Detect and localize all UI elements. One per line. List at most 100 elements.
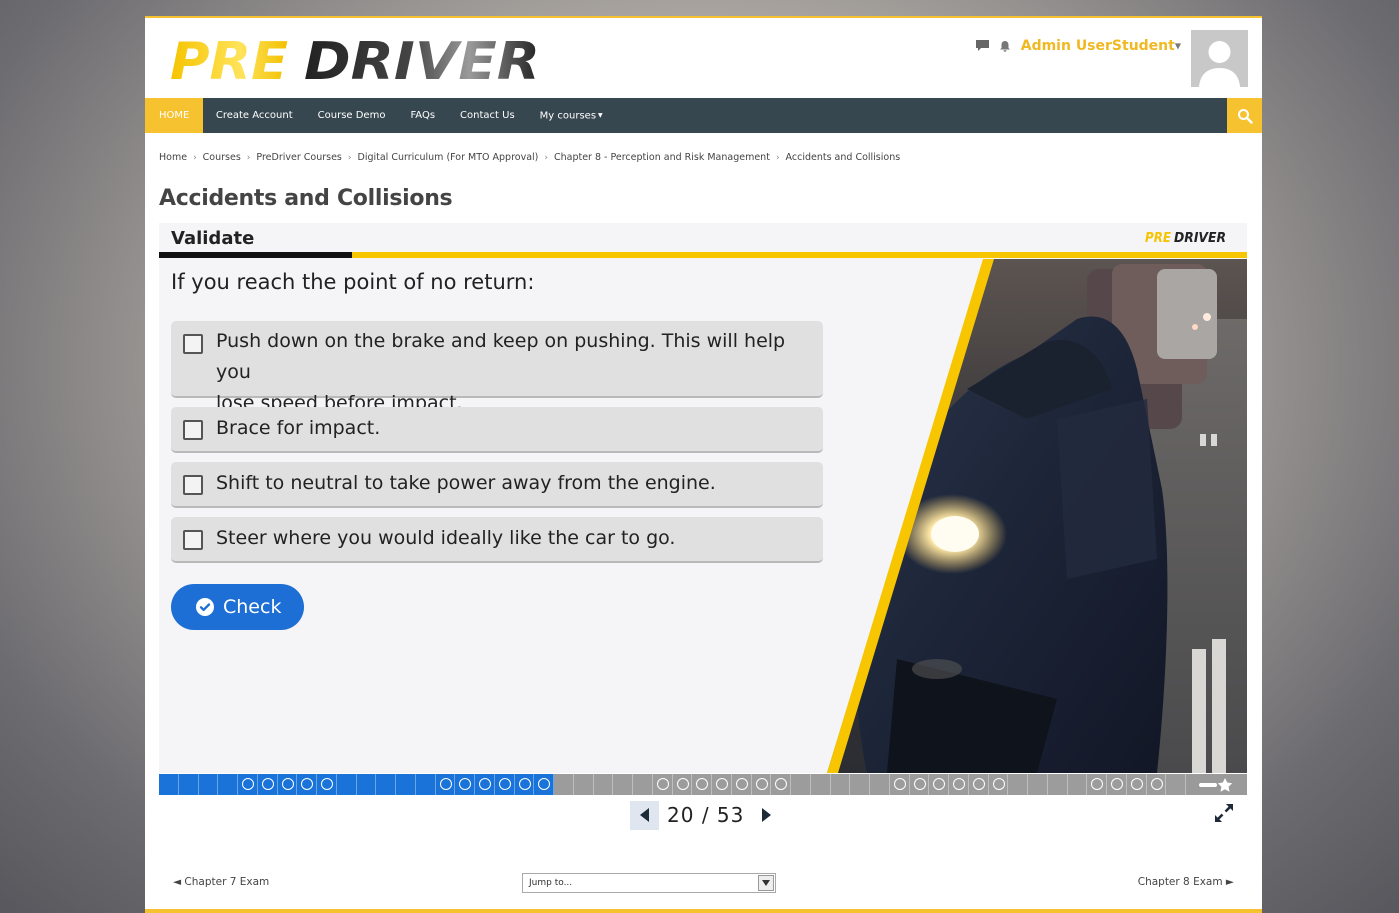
notifications-icon[interactable] — [999, 40, 1011, 52]
progress-segment[interactable] — [909, 774, 930, 795]
progress-segment[interactable] — [1146, 774, 1167, 795]
progress-segment[interactable] — [455, 774, 475, 795]
progress-segment[interactable] — [929, 774, 949, 795]
progress-segment[interactable] — [652, 774, 673, 795]
progress-segment[interactable] — [218, 774, 238, 795]
previous-activity-link[interactable]: ◄ Chapter 7 Exam — [173, 876, 269, 888]
progress-segment[interactable] — [1126, 774, 1147, 795]
progress-segment[interactable] — [870, 774, 890, 795]
progress-segment[interactable] — [494, 774, 515, 795]
answer-option-2-text: Brace for impact. — [216, 417, 381, 439]
progress-segment[interactable] — [514, 774, 535, 795]
next-slide-button[interactable] — [756, 801, 776, 830]
nav-home[interactable]: HOME — [145, 98, 204, 133]
nav-contact-us[interactable]: Contact Us — [448, 98, 528, 133]
progress-segment[interactable] — [178, 774, 199, 795]
progress-segment[interactable] — [277, 774, 298, 795]
progress-segment[interactable] — [475, 774, 495, 795]
progress-segment[interactable] — [534, 774, 554, 795]
lesson-slide: Validate PRE DRIVER If you reach the poi… — [159, 223, 1247, 773]
progress-segment[interactable] — [692, 774, 712, 795]
answer-option-2[interactable]: Brace for impact. — [171, 407, 823, 453]
progress-end — [1186, 774, 1247, 795]
nav-my-courses-label: My courses — [539, 110, 597, 122]
progress-segment[interactable] — [1008, 774, 1028, 795]
answer-option-3[interactable]: Shift to neutral to take power away from… — [171, 462, 823, 508]
progress-segment[interactable] — [159, 774, 179, 795]
slide-pager: 20 / 53 — [630, 800, 776, 830]
search-button[interactable] — [1227, 98, 1262, 133]
breadcrumb-chapter-8[interactable]: Chapter 8 - Perception and Risk Manageme… — [554, 152, 770, 163]
progress-segment[interactable] — [791, 774, 811, 795]
progress-segment[interactable] — [968, 774, 989, 795]
progress-segment[interactable] — [830, 774, 851, 795]
chevron-down-icon — [758, 875, 774, 891]
progress-segment[interactable] — [949, 774, 969, 795]
breadcrumb-courses[interactable]: Courses — [203, 152, 241, 163]
logo-pre-text: PRE — [170, 34, 288, 86]
avatar[interactable] — [1191, 30, 1248, 87]
activity-circle-icon — [735, 778, 748, 790]
check-button[interactable]: Check — [171, 584, 304, 630]
progress-segment[interactable] — [1166, 774, 1186, 795]
answer-checkbox[interactable] — [183, 420, 203, 440]
nav-course-demo[interactable]: Course Demo — [305, 98, 398, 133]
progress-segment[interactable] — [593, 774, 614, 795]
progress-segment[interactable] — [573, 774, 594, 795]
user-menu-toggle[interactable]: Admin UserStudent▼ — [1021, 38, 1181, 54]
progress-segment[interactable] — [356, 774, 377, 795]
answer-checkbox[interactable] — [183, 334, 203, 354]
check-circle-icon — [196, 598, 214, 616]
answer-checkbox[interactable] — [183, 530, 203, 550]
progress-segment[interactable] — [297, 774, 317, 795]
nav-my-courses[interactable]: My courses ▼ — [527, 98, 615, 133]
progress-segment[interactable] — [1047, 774, 1068, 795]
answer-checkbox[interactable] — [183, 475, 203, 495]
progress-segment[interactable] — [257, 774, 278, 795]
progress-segment[interactable] — [633, 774, 653, 795]
progress-segment[interactable] — [751, 774, 772, 795]
progress-segment[interactable] — [1028, 774, 1048, 795]
activity-circle-icon — [913, 778, 926, 790]
messages-icon[interactable] — [975, 40, 989, 52]
slide-progress-bar[interactable] — [159, 774, 1247, 795]
progress-segment[interactable] — [672, 774, 693, 795]
breadcrumb-current[interactable]: Accidents and Collisions — [786, 152, 901, 163]
progress-segment[interactable] — [712, 774, 732, 795]
predriver-logo[interactable]: PRE DRIVER — [170, 32, 542, 92]
fullscreen-icon[interactable] — [1213, 802, 1235, 824]
slide-separator: / — [701, 803, 710, 827]
nav-faqs[interactable]: FAQs — [398, 98, 448, 133]
slide-predriver-logo: PRE DRIVER — [1145, 231, 1226, 244]
bookmark-star-icon[interactable] — [1199, 778, 1233, 792]
slide-header-title: Validate — [171, 228, 255, 249]
progress-segment[interactable] — [415, 774, 436, 795]
progress-segment[interactable] — [554, 774, 574, 795]
progress-segment[interactable] — [810, 774, 831, 795]
breadcrumb-predriver-courses[interactable]: PreDriver Courses — [256, 152, 341, 163]
progress-segment[interactable] — [850, 774, 870, 795]
breadcrumb-home[interactable]: Home — [159, 152, 187, 163]
progress-segment[interactable] — [336, 774, 357, 795]
progress-segment[interactable] — [238, 774, 258, 795]
answer-option-1[interactable]: Push down on the brake and keep on pushi… — [171, 321, 823, 414]
progress-segment[interactable] — [396, 774, 416, 795]
progress-segment[interactable] — [1107, 774, 1127, 795]
progress-segment[interactable] — [1067, 774, 1088, 795]
progress-segment[interactable] — [988, 774, 1009, 795]
progress-segment[interactable] — [435, 774, 456, 795]
progress-segment[interactable] — [317, 774, 337, 795]
progress-segment[interactable] — [613, 774, 633, 795]
breadcrumb-digital-curriculum[interactable]: Digital Curriculum (For MTO Approval) — [358, 152, 539, 163]
progress-segment[interactable] — [889, 774, 910, 795]
progress-segment[interactable] — [771, 774, 791, 795]
progress-segment[interactable] — [731, 774, 752, 795]
nav-create-account[interactable]: Create Account — [203, 98, 305, 133]
answer-option-4[interactable]: Steer where you would ideally like the c… — [171, 517, 823, 563]
jump-to-select[interactable]: Jump to... — [522, 873, 776, 893]
previous-slide-button[interactable] — [630, 800, 659, 830]
progress-segment[interactable] — [198, 774, 219, 795]
progress-segment[interactable] — [1087, 774, 1107, 795]
next-activity-link[interactable]: Chapter 8 Exam ► — [1138, 876, 1234, 888]
progress-segment[interactable] — [376, 774, 396, 795]
